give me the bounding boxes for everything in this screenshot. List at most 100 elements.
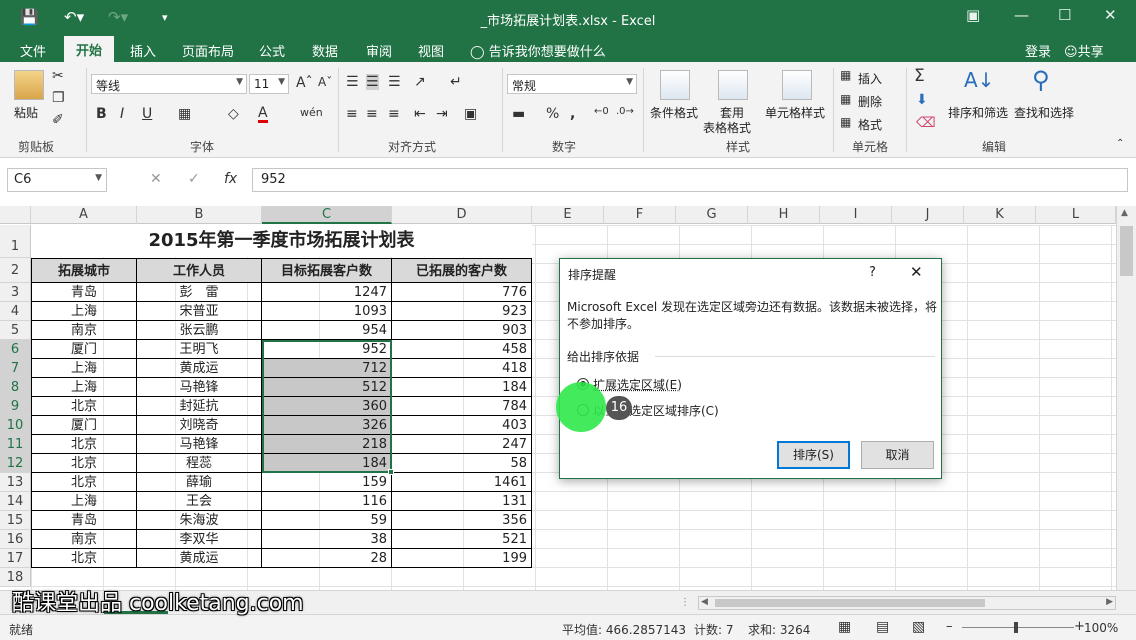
find-select-icon[interactable]: ⚲ bbox=[1032, 66, 1050, 94]
align-middle-icon[interactable]: ☰ bbox=[366, 74, 379, 90]
table-cell[interactable]: 北京 bbox=[31, 454, 137, 473]
align-right-icon[interactable]: ≡ bbox=[388, 106, 400, 122]
row-header[interactable]: 14 bbox=[0, 492, 31, 511]
table-cell[interactable]: 712 bbox=[262, 359, 392, 378]
align-left-icon[interactable]: ≡ bbox=[346, 106, 358, 122]
column-header[interactable]: E bbox=[532, 206, 604, 224]
table-cell[interactable]: 38 bbox=[262, 530, 392, 549]
table-cell[interactable]: 28 bbox=[262, 549, 392, 568]
increase-decimal-icon[interactable]: ←0 bbox=[594, 106, 609, 117]
conditional-format-icon[interactable] bbox=[660, 70, 690, 100]
tab-page-layout[interactable]: 页面布局 bbox=[182, 41, 234, 60]
table-cell[interactable]: 上海 bbox=[31, 492, 137, 511]
table-cell[interactable]: 李双华 bbox=[137, 530, 262, 549]
table-cell[interactable]: 952 bbox=[262, 340, 392, 359]
font-size-combo[interactable]: 11 ▼ bbox=[249, 74, 289, 94]
border-icon[interactable]: ▦ bbox=[178, 106, 191, 122]
table-cell[interactable]: 厦门 bbox=[31, 416, 137, 435]
orientation-icon[interactable]: ↗ bbox=[414, 74, 426, 90]
share-button[interactable]: ☺共享 bbox=[1064, 41, 1104, 60]
align-center-icon[interactable]: ≡ bbox=[366, 106, 378, 122]
column-header[interactable]: K bbox=[964, 206, 1036, 224]
zoom-out-icon[interactable]: – bbox=[946, 619, 953, 634]
autosum-icon[interactable]: Σ bbox=[914, 66, 925, 86]
table-cell[interactable]: 923 bbox=[392, 302, 532, 321]
table-cell[interactable]: 马艳锋 bbox=[137, 435, 262, 454]
column-header[interactable]: I bbox=[820, 206, 892, 224]
table-cell[interactable]: 朱海波 bbox=[137, 511, 262, 530]
font-name-combo[interactable]: 等线 ▼ bbox=[91, 74, 247, 94]
table-cell[interactable]: 356 bbox=[392, 511, 532, 530]
table-cell[interactable]: 程蕊 bbox=[137, 454, 262, 473]
row-header[interactable]: 13 bbox=[0, 473, 31, 492]
column-header[interactable]: F bbox=[604, 206, 676, 224]
table-cell[interactable]: 薛瑜 bbox=[137, 473, 262, 492]
row-header[interactable]: 7 bbox=[0, 359, 31, 378]
cancel-button[interactable]: 取消 bbox=[861, 441, 934, 469]
column-header[interactable]: A bbox=[31, 206, 137, 224]
table-cell[interactable]: 521 bbox=[392, 530, 532, 549]
insert-cells-icon[interactable]: ▦ bbox=[840, 68, 851, 82]
close-icon[interactable]: ✕ bbox=[1104, 6, 1117, 24]
row-header[interactable]: 9 bbox=[0, 397, 31, 416]
tab-data[interactable]: 数据 bbox=[312, 41, 338, 60]
column-header[interactable]: D bbox=[392, 206, 532, 224]
number-format-combo[interactable]: 常规 ▼ bbox=[507, 74, 637, 94]
page-break-view-icon[interactable]: ▧ bbox=[912, 619, 925, 635]
currency-icon[interactable]: ▬ bbox=[512, 106, 525, 122]
table-header-cell[interactable]: 工作人员 bbox=[137, 258, 262, 283]
bold-icon[interactable]: B bbox=[96, 106, 107, 122]
maximize-icon[interactable]: ☐ bbox=[1058, 6, 1071, 24]
fill-color-icon[interactable]: ◇ bbox=[228, 106, 239, 122]
collapse-ribbon-icon[interactable]: ⌃ bbox=[1116, 138, 1124, 149]
expand-selection-label[interactable]: 扩展选定区域(E) bbox=[593, 376, 682, 393]
status-average[interactable]: 平均值: 466.2857143 bbox=[562, 621, 686, 638]
table-cell[interactable]: 南京 bbox=[31, 530, 137, 549]
column-header[interactable]: L bbox=[1036, 206, 1116, 224]
table-cell[interactable]: 宋普亚 bbox=[137, 302, 262, 321]
table-cell[interactable]: 北京 bbox=[31, 549, 137, 568]
formula-input[interactable]: 952 bbox=[252, 168, 1128, 192]
column-header[interactable]: G bbox=[676, 206, 748, 224]
table-cell[interactable]: 403 bbox=[392, 416, 532, 435]
select-all-corner[interactable] bbox=[0, 206, 31, 224]
row-header[interactable]: 4 bbox=[0, 302, 31, 321]
row-header[interactable]: 3 bbox=[0, 283, 31, 302]
scroll-thumb[interactable] bbox=[1120, 226, 1133, 276]
row-header[interactable]: 6 bbox=[0, 340, 31, 359]
table-cell[interactable]: 184 bbox=[262, 454, 392, 473]
paste-button[interactable]: 粘贴 bbox=[14, 104, 38, 121]
table-cell[interactable]: 418 bbox=[392, 359, 532, 378]
row-header[interactable]: 2 bbox=[0, 258, 31, 283]
row-header[interactable]: 1 bbox=[0, 225, 31, 258]
row-header[interactable]: 15 bbox=[0, 511, 31, 530]
sheet-title[interactable]: 2015年第一季度市场拓展计划表 bbox=[31, 225, 532, 257]
table-cell[interactable]: 王会 bbox=[137, 492, 262, 511]
conditional-format-button[interactable]: 条件格式 bbox=[650, 104, 698, 121]
table-cell[interactable]: 1093 bbox=[262, 302, 392, 321]
table-cell[interactable]: 218 bbox=[262, 435, 392, 454]
column-header[interactable]: C bbox=[262, 206, 392, 224]
table-format-label-2[interactable]: 表格格式 bbox=[703, 119, 751, 136]
row-header[interactable]: 10 bbox=[0, 416, 31, 435]
tell-me-box[interactable]: ◯ 告诉我你想要做什么 bbox=[470, 41, 606, 60]
dialog-close-icon[interactable]: ✕ bbox=[910, 263, 923, 281]
vertical-scrollbar[interactable]: ▲ bbox=[1116, 206, 1136, 590]
row-header[interactable]: 5 bbox=[0, 321, 31, 340]
tab-home[interactable]: 开始 bbox=[64, 36, 115, 62]
zoom-level[interactable]: 100% bbox=[1084, 621, 1118, 635]
table-cell[interactable]: 南京 bbox=[31, 321, 137, 340]
table-cell[interactable]: 954 bbox=[262, 321, 392, 340]
table-cell[interactable]: 上海 bbox=[31, 302, 137, 321]
name-box[interactable]: C6 ▼ bbox=[7, 168, 107, 192]
table-cell[interactable]: 北京 bbox=[31, 397, 137, 416]
horizontal-scrollbar[interactable]: ◀ ▶ bbox=[698, 596, 1116, 610]
cell-style-icon[interactable] bbox=[782, 70, 812, 100]
tab-view[interactable]: 视图 bbox=[418, 41, 444, 60]
grow-font-icon[interactable]: Aˆ bbox=[296, 75, 313, 91]
table-cell[interactable]: 360 bbox=[262, 397, 392, 416]
decrease-decimal-icon[interactable]: .0→ bbox=[616, 106, 634, 117]
format-painter-icon[interactable]: ✐ bbox=[52, 112, 64, 128]
insert-cells-button[interactable]: 插入 bbox=[858, 70, 882, 87]
table-header-cell[interactable]: 已拓展的客户数 bbox=[392, 258, 532, 283]
